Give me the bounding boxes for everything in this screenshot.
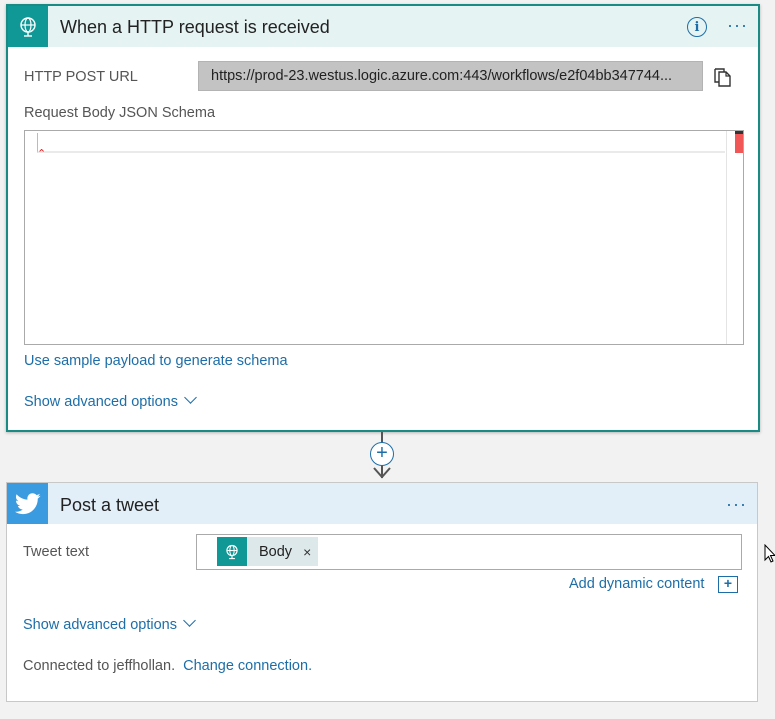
action-header[interactable]: Post a tweet ··· (7, 483, 757, 524)
add-step-button[interactable]: + (370, 442, 394, 466)
add-dynamic-content-link[interactable]: Add dynamic content (569, 576, 704, 592)
schema-editor[interactable]: ⌃ (24, 130, 744, 345)
show-advanced-options-link[interactable]: Show advanced options (23, 614, 196, 633)
chevron-down-icon (183, 614, 196, 627)
error-squiggle-icon: ⌃ (37, 148, 47, 160)
action-title: Post a tweet (60, 495, 160, 515)
copy-icon[interactable] (711, 66, 733, 88)
http-globe-icon (8, 6, 48, 47)
advanced-options-label: Show advanced options (24, 394, 178, 410)
more-options-icon[interactable]: ··· (726, 495, 747, 513)
more-options-icon[interactable]: ··· (727, 16, 748, 34)
http-globe-icon (217, 537, 247, 566)
advanced-options-label: Show advanced options (23, 617, 177, 633)
twitter-bird-icon (7, 483, 48, 524)
token-label: Body (259, 543, 293, 560)
post-tweet-card: Post a tweet ··· Tweet text Body × Add d… (6, 482, 758, 702)
http-post-url-field[interactable]: https://prod-23.westus.logic.azure.com:4… (198, 61, 703, 91)
use-sample-payload-link[interactable]: Use sample payload to generate schema (24, 353, 288, 369)
http-trigger-card: When a HTTP request is received i ··· HT… (6, 4, 760, 432)
tweet-text-input[interactable]: Body × (196, 534, 742, 570)
editor-scrollbar[interactable] (726, 131, 743, 344)
trigger-header[interactable]: When a HTTP request is received i ··· (8, 6, 758, 47)
connection-info: Connected to jeffhollan. Change connectio… (23, 658, 312, 674)
close-icon[interactable]: × (303, 544, 311, 560)
show-advanced-options-link[interactable]: Show advanced options (24, 391, 197, 410)
change-connection-link[interactable]: Change connection. (183, 658, 312, 674)
editor-line (37, 133, 725, 153)
mouse-cursor-icon (764, 544, 775, 563)
trigger-title: When a HTTP request is received (60, 17, 330, 37)
body-token[interactable]: Body × (217, 537, 318, 566)
schema-label: Request Body JSON Schema (24, 105, 216, 121)
chevron-down-icon (184, 391, 197, 404)
tweet-text-label: Tweet text (23, 544, 90, 560)
info-icon[interactable]: i (687, 17, 707, 37)
http-post-url-label: HTTP POST URL (24, 69, 138, 85)
error-marker (735, 131, 743, 153)
connected-text: Connected to jeffhollan. (23, 658, 176, 674)
arrow-down-icon (373, 467, 391, 479)
add-dynamic-content-icon[interactable]: + (718, 576, 738, 593)
